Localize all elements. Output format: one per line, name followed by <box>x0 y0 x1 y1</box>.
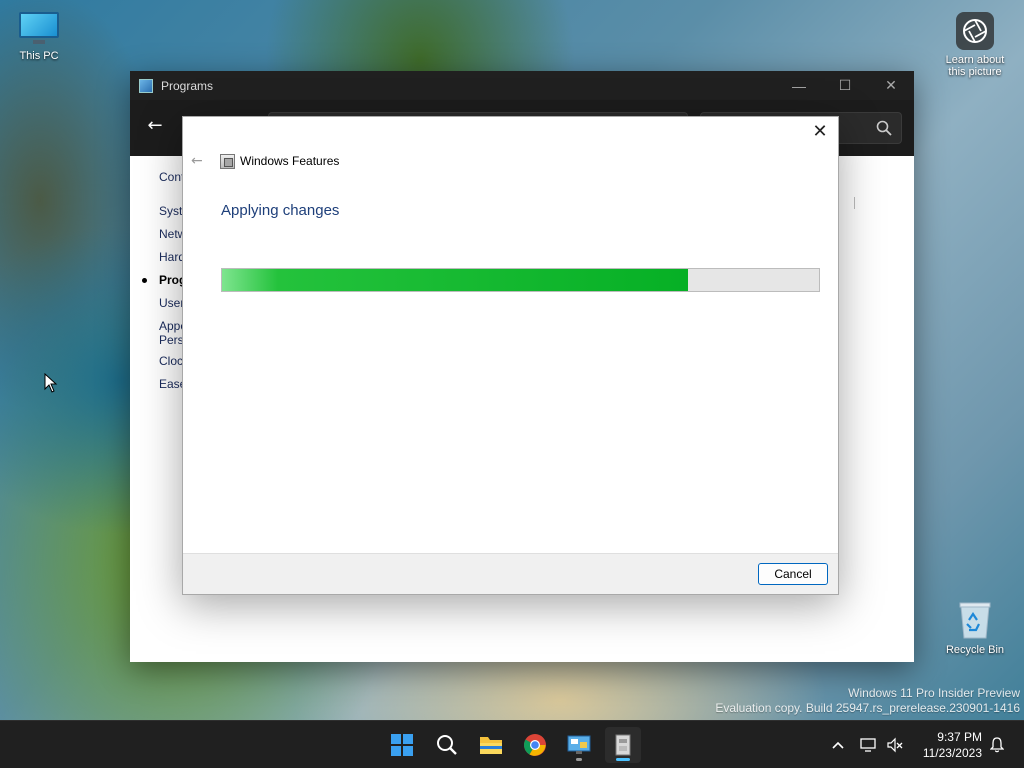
progress-bar <box>221 268 820 292</box>
running-indicator <box>576 758 582 761</box>
sidebar-item[interactable]: Cont <box>159 170 184 184</box>
network-icon <box>860 738 876 752</box>
cancel-button[interactable]: Cancel <box>758 563 828 585</box>
this-pc-label: This PC <box>19 50 59 62</box>
bell-icon <box>990 737 1004 753</box>
clock-date: 11/23/2023 <box>922 746 982 760</box>
close-button[interactable]: ✕ <box>868 71 914 100</box>
learn-about-label-line2: this picture <box>948 66 1002 78</box>
progress-fill <box>222 269 688 291</box>
search-icon <box>876 120 892 136</box>
chevron-up-icon <box>832 741 844 749</box>
recycle-bin-desktop-icon[interactable]: Recycle Bin <box>940 598 1010 656</box>
show-hidden-icons-button[interactable] <box>828 721 848 768</box>
windows-logo-icon <box>391 734 413 756</box>
maximize-button[interactable]: ☐ <box>822 71 868 100</box>
back-arrow-icon[interactable]: ← <box>143 114 167 138</box>
control-panel-icon <box>567 735 591 754</box>
watermark-line2: Evaluation copy. Build 25947.rs_prerelea… <box>715 701 1020 715</box>
control-panel-button[interactable] <box>561 727 597 763</box>
programs-titlebar[interactable]: Programs — ☐ ✕ <box>130 71 914 100</box>
file-explorer-button[interactable] <box>473 727 509 763</box>
learn-about-label-line1: Learn about <box>945 54 1005 66</box>
search-button[interactable] <box>429 727 465 763</box>
clock-time: 9:37 PM <box>937 730 982 744</box>
windows-features-icon <box>615 734 631 756</box>
back-arrow-icon: ← <box>191 153 203 169</box>
learn-about-picture-desktop-icon[interactable]: Learn about this picture <box>938 12 1012 78</box>
dialog-title: Windows Features <box>240 154 340 168</box>
applying-changes-heading: Applying changes <box>221 202 340 219</box>
recycle-bin-label: Recycle Bin <box>945 644 1005 656</box>
network-button[interactable] <box>858 721 880 768</box>
recycle-bin-icon <box>957 598 993 640</box>
link-separator <box>854 197 855 209</box>
windows-features-dialog: ✕ ← Windows Features Applying changes Ca… <box>182 116 839 595</box>
this-pc-desktop-icon[interactable]: This PC <box>12 12 66 62</box>
notifications-button[interactable] <box>986 721 1008 768</box>
dialog-footer: Cancel <box>183 553 838 594</box>
sidebar-item[interactable]: User <box>159 296 184 310</box>
camera-lens-icon <box>956 12 994 50</box>
search-icon <box>437 735 457 755</box>
volume-button[interactable] <box>884 721 906 768</box>
active-bullet-icon <box>142 278 147 283</box>
chrome-icon <box>524 734 546 756</box>
chrome-button[interactable] <box>517 727 553 763</box>
monitor-icon <box>18 12 60 44</box>
start-button[interactable] <box>384 727 420 763</box>
system-clock[interactable]: 9:37 PM 11/23/2023 <box>923 729 982 761</box>
taskbar: 9:37 PM 11/23/2023 <box>0 720 1024 768</box>
speaker-muted-icon <box>887 737 903 753</box>
control-panel-icon <box>139 78 153 93</box>
programs-window-title: Programs <box>161 78 214 93</box>
folder-icon <box>480 737 502 754</box>
active-indicator <box>616 758 630 761</box>
minimize-button[interactable]: — <box>776 71 822 100</box>
watermark-line1: Windows 11 Pro Insider Preview <box>848 686 1020 700</box>
windows-features-icon <box>220 154 235 169</box>
mouse-cursor-icon <box>44 373 58 393</box>
windows-features-taskbar-button[interactable] <box>605 727 641 763</box>
dialog-close-button[interactable]: ✕ <box>810 123 830 143</box>
